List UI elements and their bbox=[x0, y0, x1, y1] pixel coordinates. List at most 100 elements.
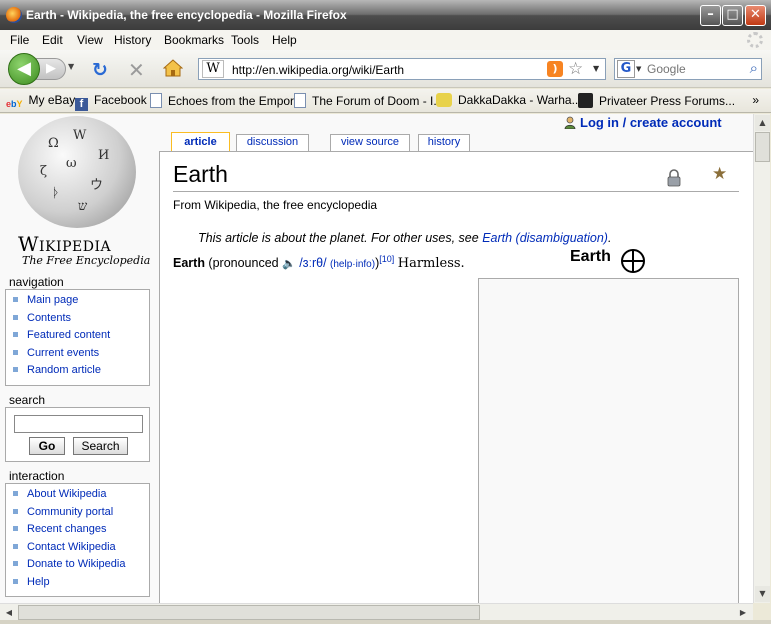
nav-about-wikipedia[interactable]: About Wikipedia bbox=[12, 488, 149, 506]
bookmark-my-ebay[interactable]: ebY My eBay bbox=[6, 93, 75, 109]
bookmark-privateer-press[interactable]: Privateer Press Forums... bbox=[578, 93, 735, 108]
bookmark-facebook[interactable]: f Facebook bbox=[75, 93, 147, 111]
infobox bbox=[478, 278, 739, 603]
nav-recent-changes[interactable]: Recent changes bbox=[12, 523, 149, 541]
menu-view[interactable]: View bbox=[77, 33, 103, 47]
home-icon[interactable] bbox=[163, 59, 183, 77]
infobox-title: Earth bbox=[570, 248, 611, 265]
nav-random-article[interactable]: Random article bbox=[12, 364, 149, 382]
logo-tagline: The Free Encyclopedia bbox=[22, 254, 151, 267]
tab-discussion[interactable]: discussion bbox=[236, 134, 309, 151]
reference-link[interactable]: [10] bbox=[379, 254, 394, 264]
menu-history[interactable]: History bbox=[114, 33, 151, 47]
maximize-button[interactable]: □ bbox=[722, 5, 743, 26]
wikipedia-logo[interactable]: Ω W И ζ ω ウ ᚦ ש Wikipedia The Free Encyc… bbox=[10, 116, 151, 271]
scroll-right-icon[interactable]: ▶ bbox=[735, 605, 751, 620]
user-links[interactable]: Log in / create account bbox=[564, 115, 722, 130]
user-icon bbox=[564, 116, 576, 129]
bookmarks-overflow-button[interactable]: » bbox=[752, 93, 759, 107]
lock-icon bbox=[667, 169, 681, 187]
url-dropdown-icon[interactable]: ▼ bbox=[593, 64, 599, 73]
bookmark-label: Facebook bbox=[94, 93, 147, 107]
tab-history[interactable]: history bbox=[418, 134, 470, 151]
navigation-heading: navigation bbox=[9, 275, 64, 289]
reload-icon[interactable]: ↻ bbox=[92, 59, 108, 81]
bookmark-echoes[interactable]: Echoes from the Empor... bbox=[150, 93, 303, 108]
search-input[interactable] bbox=[647, 61, 737, 77]
search-bar[interactable]: G ▼ ⌕ bbox=[614, 58, 762, 80]
bookmark-label: Privateer Press Forums... bbox=[599, 94, 736, 108]
scroll-down-icon[interactable]: ▼ bbox=[755, 586, 770, 602]
search-portlet: Go Search bbox=[5, 407, 150, 462]
speaker-icon[interactable]: 🔈 bbox=[282, 258, 296, 270]
title-divider bbox=[173, 191, 739, 192]
nav-contact-wikipedia[interactable]: Contact Wikipedia bbox=[12, 541, 149, 559]
minimize-button[interactable]: – bbox=[700, 5, 721, 26]
tab-article[interactable]: article bbox=[171, 132, 230, 151]
lead-harmless: Harmless. bbox=[397, 256, 465, 272]
dablink-end: . bbox=[607, 231, 612, 245]
disambiguation-link[interactable]: Earth (disambiguation) bbox=[482, 231, 608, 245]
nav-donate[interactable]: Donate to Wikipedia bbox=[12, 558, 149, 576]
menu-file[interactable]: File bbox=[10, 33, 29, 47]
facebook-icon: f bbox=[75, 98, 88, 111]
url-bar[interactable]: W http://en.wikipedia.org/wiki/Earth ) ☆… bbox=[198, 58, 606, 80]
forward-button[interactable]: ▶ bbox=[36, 58, 66, 80]
horizontal-scroll-thumb[interactable] bbox=[18, 605, 480, 620]
disambiguation-note: This article is about the planet. For ot… bbox=[198, 231, 611, 245]
wikipedia-favicon-icon: W bbox=[202, 60, 224, 78]
dablink-text: This article is about the planet. For ot… bbox=[198, 231, 483, 245]
logo-wordmark: Wikipedia bbox=[18, 232, 112, 256]
vertical-scrollbar[interactable]: ▲ ▼ bbox=[753, 114, 770, 603]
search-button[interactable]: Search bbox=[73, 437, 128, 455]
menu-edit[interactable]: Edit bbox=[42, 33, 63, 47]
close-button[interactable]: ✕ bbox=[745, 5, 766, 26]
page-icon bbox=[150, 93, 162, 108]
bookmark-star-icon[interactable]: ☆ bbox=[568, 59, 583, 79]
back-button[interactable]: ◀ bbox=[8, 53, 40, 85]
search-heading: search bbox=[9, 393, 46, 407]
nav-help[interactable]: Help bbox=[12, 576, 149, 594]
scroll-up-icon[interactable]: ▲ bbox=[755, 115, 770, 131]
login-link[interactable]: Log in / create account bbox=[580, 115, 722, 130]
earth-symbol-icon bbox=[621, 249, 645, 273]
interaction-heading: interaction bbox=[9, 469, 65, 483]
lead-bold: Earth bbox=[173, 256, 205, 271]
bookmark-forum-of-doom[interactable]: The Forum of Doom - I... bbox=[294, 93, 443, 108]
help-info-link[interactable]: (help·info) bbox=[330, 259, 375, 270]
menu-help[interactable]: Help bbox=[272, 33, 297, 47]
ipa-link[interactable]: /ɜːrθ/ bbox=[299, 256, 326, 270]
title-bar: Earth - Wikipedia, the free encyclopedia… bbox=[0, 0, 771, 30]
rss-feed-icon[interactable]: ) bbox=[547, 61, 563, 77]
wiki-search-input[interactable] bbox=[14, 415, 143, 433]
firefox-icon bbox=[6, 7, 22, 23]
window-bottom-edge bbox=[0, 620, 771, 624]
stop-icon[interactable]: ✕ bbox=[128, 58, 145, 82]
page-title: Earth bbox=[173, 161, 228, 187]
vertical-scroll-thumb[interactable] bbox=[755, 132, 770, 162]
ebay-icon: ebY bbox=[6, 99, 23, 109]
go-button[interactable]: Go bbox=[29, 437, 65, 455]
history-dropdown-icon[interactable]: ▼ bbox=[68, 62, 74, 71]
menu-bar: File Edit View History Bookmarks Tools H… bbox=[0, 30, 771, 50]
article-body: Earth ★ From Wikipedia, the free encyclo… bbox=[159, 151, 753, 603]
bookmarks-toolbar: ebY My eBay f Facebook Echoes from the Emp… bbox=[0, 89, 771, 113]
bookmark-dakkadakka[interactable]: DakkaDakka - Warha... bbox=[436, 93, 582, 107]
tab-view-source[interactable]: view source bbox=[330, 134, 410, 151]
nav-community-portal[interactable]: Community portal bbox=[12, 506, 149, 524]
url-text[interactable]: http://en.wikipedia.org/wiki/Earth bbox=[232, 63, 404, 77]
menu-bookmarks[interactable]: Bookmarks bbox=[164, 33, 224, 47]
search-icon[interactable]: ⌕ bbox=[750, 59, 758, 77]
navigation-portlet: Main page Contents Featured content Curr… bbox=[5, 289, 150, 386]
nav-main-page[interactable]: Main page bbox=[12, 294, 149, 312]
privateer-icon bbox=[578, 93, 593, 108]
nav-featured-content[interactable]: Featured content bbox=[12, 329, 149, 347]
nav-contents[interactable]: Contents bbox=[12, 312, 149, 330]
engine-dropdown-icon[interactable]: ▼ bbox=[636, 65, 641, 73]
google-engine-icon[interactable]: G bbox=[617, 60, 635, 78]
site-subtitle: From Wikipedia, the free encyclopedia bbox=[173, 198, 378, 212]
nav-current-events[interactable]: Current events bbox=[12, 347, 149, 365]
horizontal-scrollbar[interactable]: ◀ ▶ bbox=[0, 603, 753, 620]
scroll-left-icon[interactable]: ◀ bbox=[1, 605, 17, 620]
menu-tools[interactable]: Tools bbox=[231, 33, 259, 47]
